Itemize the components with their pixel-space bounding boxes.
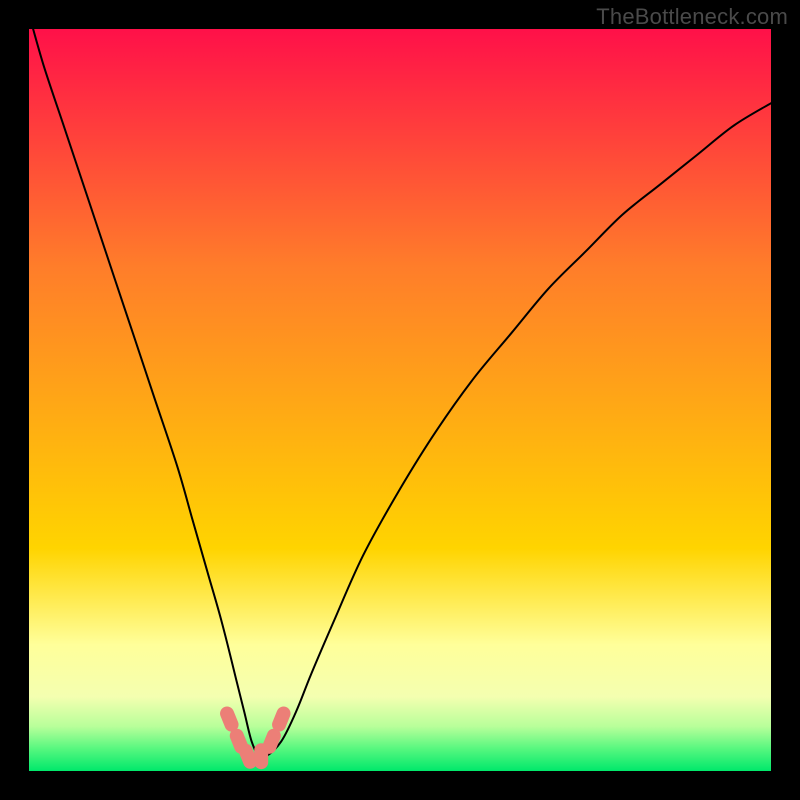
chart-frame: TheBottleneck.com <box>0 0 800 800</box>
watermark-text: TheBottleneck.com <box>596 4 788 30</box>
plot-area <box>29 29 771 771</box>
gradient-bg <box>29 29 771 771</box>
chart-svg <box>29 29 771 771</box>
